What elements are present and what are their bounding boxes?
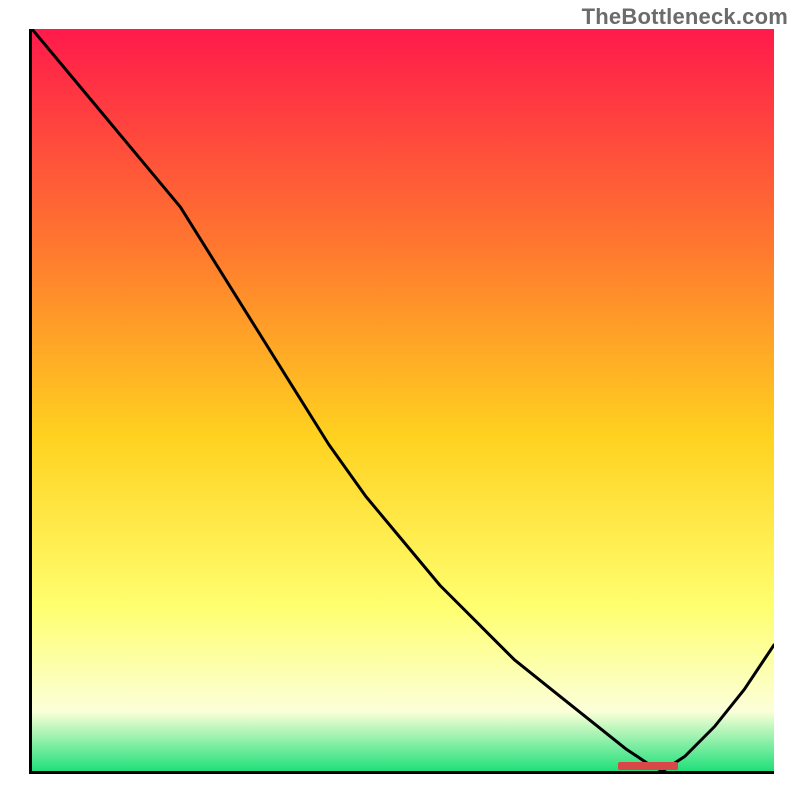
gradient-background [32,29,774,771]
chart-frame: TheBottleneck.com [0,0,800,800]
plot-area [29,29,774,774]
chart-svg [32,29,774,771]
watermark-text: TheBottleneck.com [582,4,788,30]
